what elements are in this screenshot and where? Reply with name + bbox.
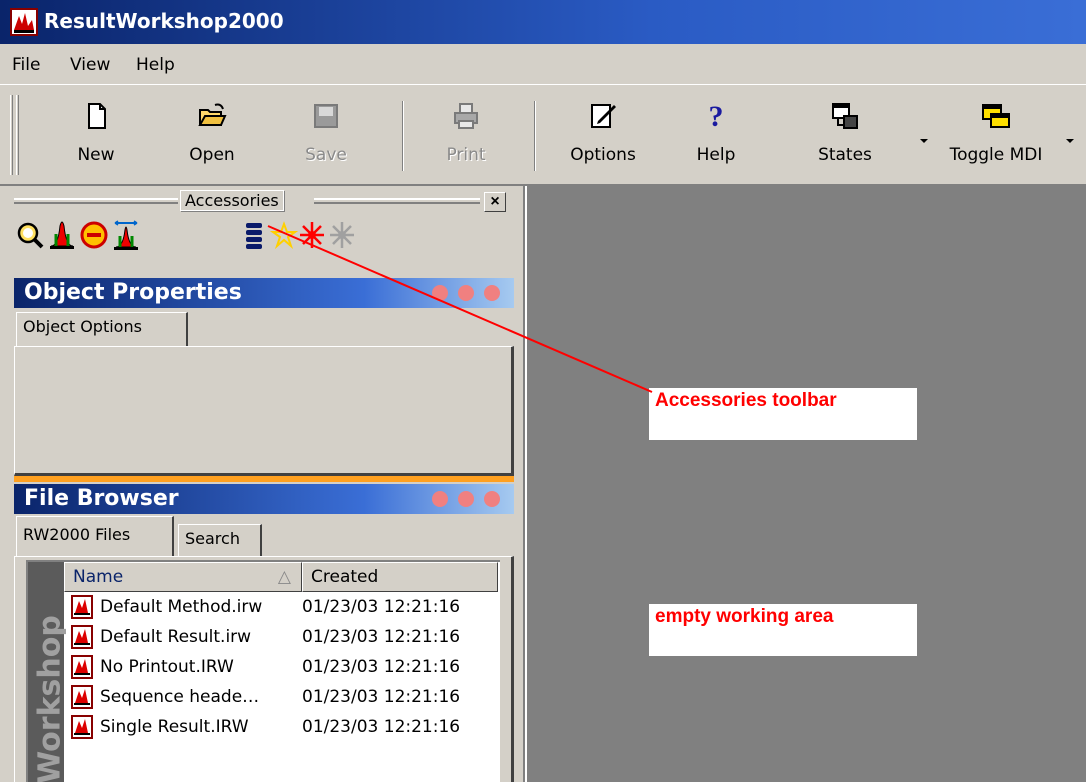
result-file-icon (71, 655, 93, 679)
collapse-icon[interactable] (484, 285, 500, 301)
main-toolbar: New Open Save Print Options ? Help State… (0, 84, 1086, 186)
printer-icon (454, 103, 478, 129)
workshop-side-label: Workshop (32, 615, 68, 782)
accessories-title: Accessories (180, 190, 284, 211)
file-name: Default Method.irw (100, 597, 263, 617)
window-title: ResultWorkshop2000 (44, 9, 284, 33)
column-header-created[interactable]: Created (302, 562, 498, 592)
new-label: New (77, 145, 115, 165)
workshop-side-bar: Workshop (28, 562, 68, 782)
peak-icon[interactable] (48, 220, 76, 250)
help-button[interactable]: ? Help (676, 95, 756, 175)
result-file-icon (71, 685, 93, 709)
toggle-mdi-dropdown-arrow[interactable] (1066, 139, 1074, 143)
print-button[interactable]: Print (426, 95, 506, 175)
table-row[interactable]: Single Result.IRW 01/23/03 12:21:16 (68, 712, 498, 742)
toolbar-grip[interactable] (10, 95, 13, 175)
file-browser-title: File Browser (24, 486, 179, 511)
menu-view[interactable]: View (70, 55, 110, 75)
tab-rw2000-files[interactable]: RW2000 Files (16, 516, 174, 556)
object-properties-title: Object Properties (24, 280, 242, 305)
file-created: 01/23/03 12:21:16 (302, 597, 461, 617)
options-label: Options (570, 145, 636, 165)
file-list: Workshop Name △ Created Default Method.i… (26, 560, 500, 782)
yellow-star-icon[interactable] (270, 220, 298, 250)
save-button[interactable]: Save (286, 95, 366, 175)
no-entry-icon[interactable] (80, 220, 108, 250)
red-star-icon[interactable] (298, 220, 326, 250)
result-file-icon (71, 595, 93, 619)
states-icon (832, 103, 858, 129)
result-file-icon (71, 715, 93, 739)
file-name: Single Result.IRW (100, 717, 249, 737)
file-created: 01/23/03 12:21:16 (302, 657, 461, 677)
panel-divider[interactable] (14, 476, 514, 482)
help-label: Help (696, 145, 736, 165)
save-disk-icon (314, 104, 338, 128)
result-file-icon (71, 625, 93, 649)
options-button[interactable]: Options (558, 95, 648, 175)
empty-working-area[interactable]: Accessories toolbar empty working area (527, 186, 1086, 782)
pin-icon[interactable] (432, 491, 448, 507)
accessories-toolbar-header[interactable]: Accessories × (14, 190, 512, 214)
toolbar-separator (534, 101, 536, 171)
menu-bar: File View Help (0, 44, 1086, 84)
restore-icon[interactable] (458, 285, 474, 301)
file-browser-header[interactable]: File Browser (14, 484, 514, 514)
svg-text:?: ? (709, 101, 724, 131)
toolbar-grip[interactable] (16, 95, 19, 175)
table-row[interactable]: Sequence heade… 01/23/03 12:21:16 (68, 682, 498, 712)
column-name-label: Name (73, 567, 124, 587)
app-icon (10, 8, 38, 36)
title-bar: ResultWorkshop2000 (0, 0, 1086, 44)
left-dock-panel: Accessories × Object Properties Object O… (0, 186, 525, 782)
file-created: 01/23/03 12:21:16 (302, 627, 461, 647)
toggle-mdi-button[interactable]: Toggle MDI (936, 95, 1056, 175)
file-created: 01/23/03 12:21:16 (302, 687, 461, 707)
accessories-grip (314, 198, 480, 204)
tab-object-options[interactable]: Object Options (16, 312, 188, 348)
restore-icon[interactable] (458, 491, 474, 507)
open-folder-icon (198, 103, 227, 126)
file-name: Default Result.irw (100, 627, 252, 647)
open-button[interactable]: Open (172, 95, 252, 175)
table-row[interactable]: No Printout.IRW 01/23/03 12:21:16 (68, 652, 498, 682)
zoom-icon[interactable] (16, 220, 44, 250)
peak-width-icon[interactable] (112, 220, 140, 250)
sort-ascending-icon: △ (277, 567, 291, 587)
accessories-grip (14, 198, 178, 204)
states-label: States (818, 145, 872, 165)
file-name: Sequence heade… (100, 687, 260, 707)
file-name: No Printout.IRW (100, 657, 234, 677)
print-label: Print (446, 145, 486, 165)
object-options-pane (14, 346, 514, 476)
states-dropdown-arrow[interactable] (920, 139, 928, 143)
collapse-icon[interactable] (484, 491, 500, 507)
table-row[interactable]: Default Result.irw 01/23/03 12:21:16 (68, 622, 498, 652)
pin-icon[interactable] (432, 285, 448, 301)
options-pencil-icon (591, 104, 616, 128)
help-question-icon: ? (709, 101, 724, 131)
new-button[interactable]: New (56, 95, 136, 175)
save-label: Save (305, 145, 347, 165)
annotation-accessories-toolbar: Accessories toolbar (649, 388, 917, 440)
annotation-empty-working-area: empty working area (649, 604, 917, 656)
column-header-name[interactable]: Name △ (64, 562, 302, 592)
tab-search[interactable]: Search (178, 524, 262, 558)
states-button[interactable]: States (800, 95, 890, 175)
accessories-close-button[interactable]: × (484, 192, 506, 212)
menu-file[interactable]: File (12, 55, 40, 75)
toggle-mdi-label: Toggle MDI (949, 145, 1043, 165)
stack-icon[interactable] (240, 220, 268, 250)
gray-star-icon[interactable] (328, 220, 356, 250)
open-label: Open (189, 145, 235, 165)
object-properties-header[interactable]: Object Properties (14, 278, 514, 308)
menu-help[interactable]: Help (136, 55, 175, 75)
table-row[interactable]: Default Method.irw 01/23/03 12:21:16 (68, 592, 498, 622)
toggle-mdi-icon (982, 104, 1010, 128)
toolbar-separator (402, 101, 404, 171)
file-created: 01/23/03 12:21:16 (302, 717, 461, 737)
new-document-icon (88, 103, 106, 129)
